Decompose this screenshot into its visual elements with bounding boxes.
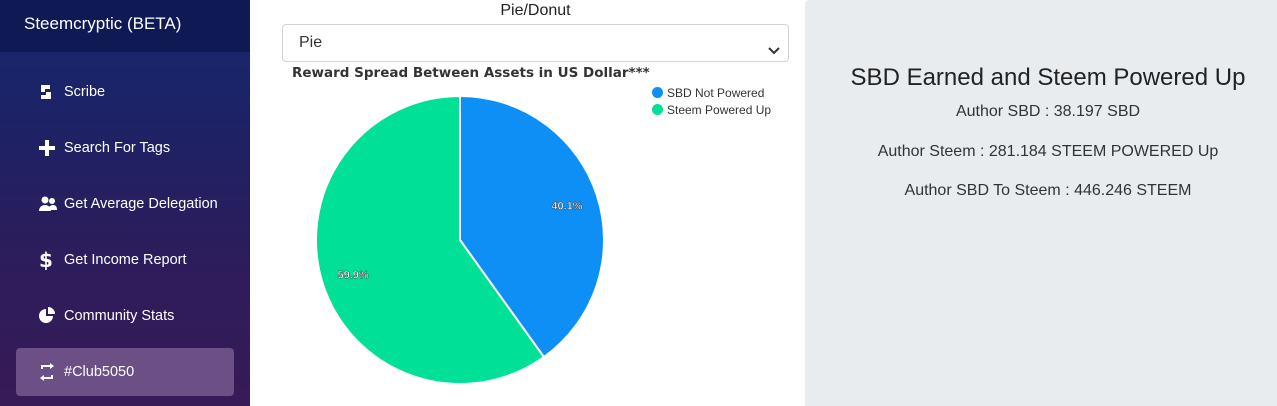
author-sbd-text: Author SBD : 38.197 SBD xyxy=(955,103,1141,120)
legend-label: Steem Powered Up xyxy=(667,102,772,117)
sidebar-item-club5050[interactable]: #Club5050 xyxy=(16,348,234,396)
pie-chart-icon xyxy=(38,307,64,325)
pie-data-label: 59.9% xyxy=(337,269,368,281)
legend-swatch xyxy=(652,104,663,115)
chart-type-label: Pie/Donut xyxy=(500,2,571,19)
legend-label: SBD Not Powered xyxy=(667,85,765,100)
svg-text:$: $ xyxy=(39,250,52,270)
sidebar-item-scribe[interactable]: Scribe xyxy=(16,68,234,116)
author-steem-text: Author Steem : 281.184 STEEM POWERED Up xyxy=(877,143,1219,160)
users-icon xyxy=(38,195,64,213)
chevron-down-icon xyxy=(768,36,780,72)
sidebar: Steemcryptic (BETA) Scribe Search For Ta… xyxy=(0,0,250,406)
retweet-icon xyxy=(38,363,64,381)
summary-panel: SBD Earned and Steem Powered Up Author S… xyxy=(805,0,1277,406)
brand-title[interactable]: Steemcryptic (BETA) xyxy=(0,0,250,52)
sidebar-item-label: Scribe xyxy=(64,84,106,100)
sidebar-item-get-income-report[interactable]: $ Get Income Report xyxy=(16,236,234,284)
sidebar-item-get-average-delegation[interactable]: Get Average Delegation xyxy=(16,180,234,228)
legend-item-steem-powered-up[interactable]: Steem Powered Up xyxy=(652,101,771,118)
sidebar-item-community-stats[interactable]: Community Stats xyxy=(16,292,234,340)
sidebar-item-label: Get Income Report xyxy=(64,252,187,268)
dollar-icon: $ xyxy=(38,250,64,270)
pie-chart: 40.1% 59.9% xyxy=(315,94,605,385)
sidebar-item-label: #Club5050 xyxy=(64,364,135,380)
chart-title: Reward Spread Between Assets in US Dolla… xyxy=(292,65,650,81)
sidebar-item-label: Community Stats xyxy=(64,308,175,324)
sidebar-item-label: Get Average Delegation xyxy=(64,196,218,212)
legend-item-sbd-not-powered[interactable]: SBD Not Powered xyxy=(652,84,771,101)
author-sbd-to-steem-text: Author SBD To Steem : 446.246 STEEM xyxy=(904,182,1192,199)
plus-icon xyxy=(38,139,64,157)
summary-title: SBD Earned and Steem Powered Up xyxy=(850,64,1246,91)
legend-swatch xyxy=(652,87,663,98)
sidebar-item-label: Search For Tags xyxy=(64,140,171,156)
chart-type-selected: Pie xyxy=(299,34,323,51)
sidebar-item-search-for-tags[interactable]: Search For Tags xyxy=(16,124,234,172)
chart-type-select[interactable]: Pie xyxy=(282,24,789,62)
chart-legend: SBD Not Powered Steem Powered Up xyxy=(652,84,771,118)
scribe-icon xyxy=(38,83,64,101)
pie-data-label: 40.1% xyxy=(551,201,582,213)
